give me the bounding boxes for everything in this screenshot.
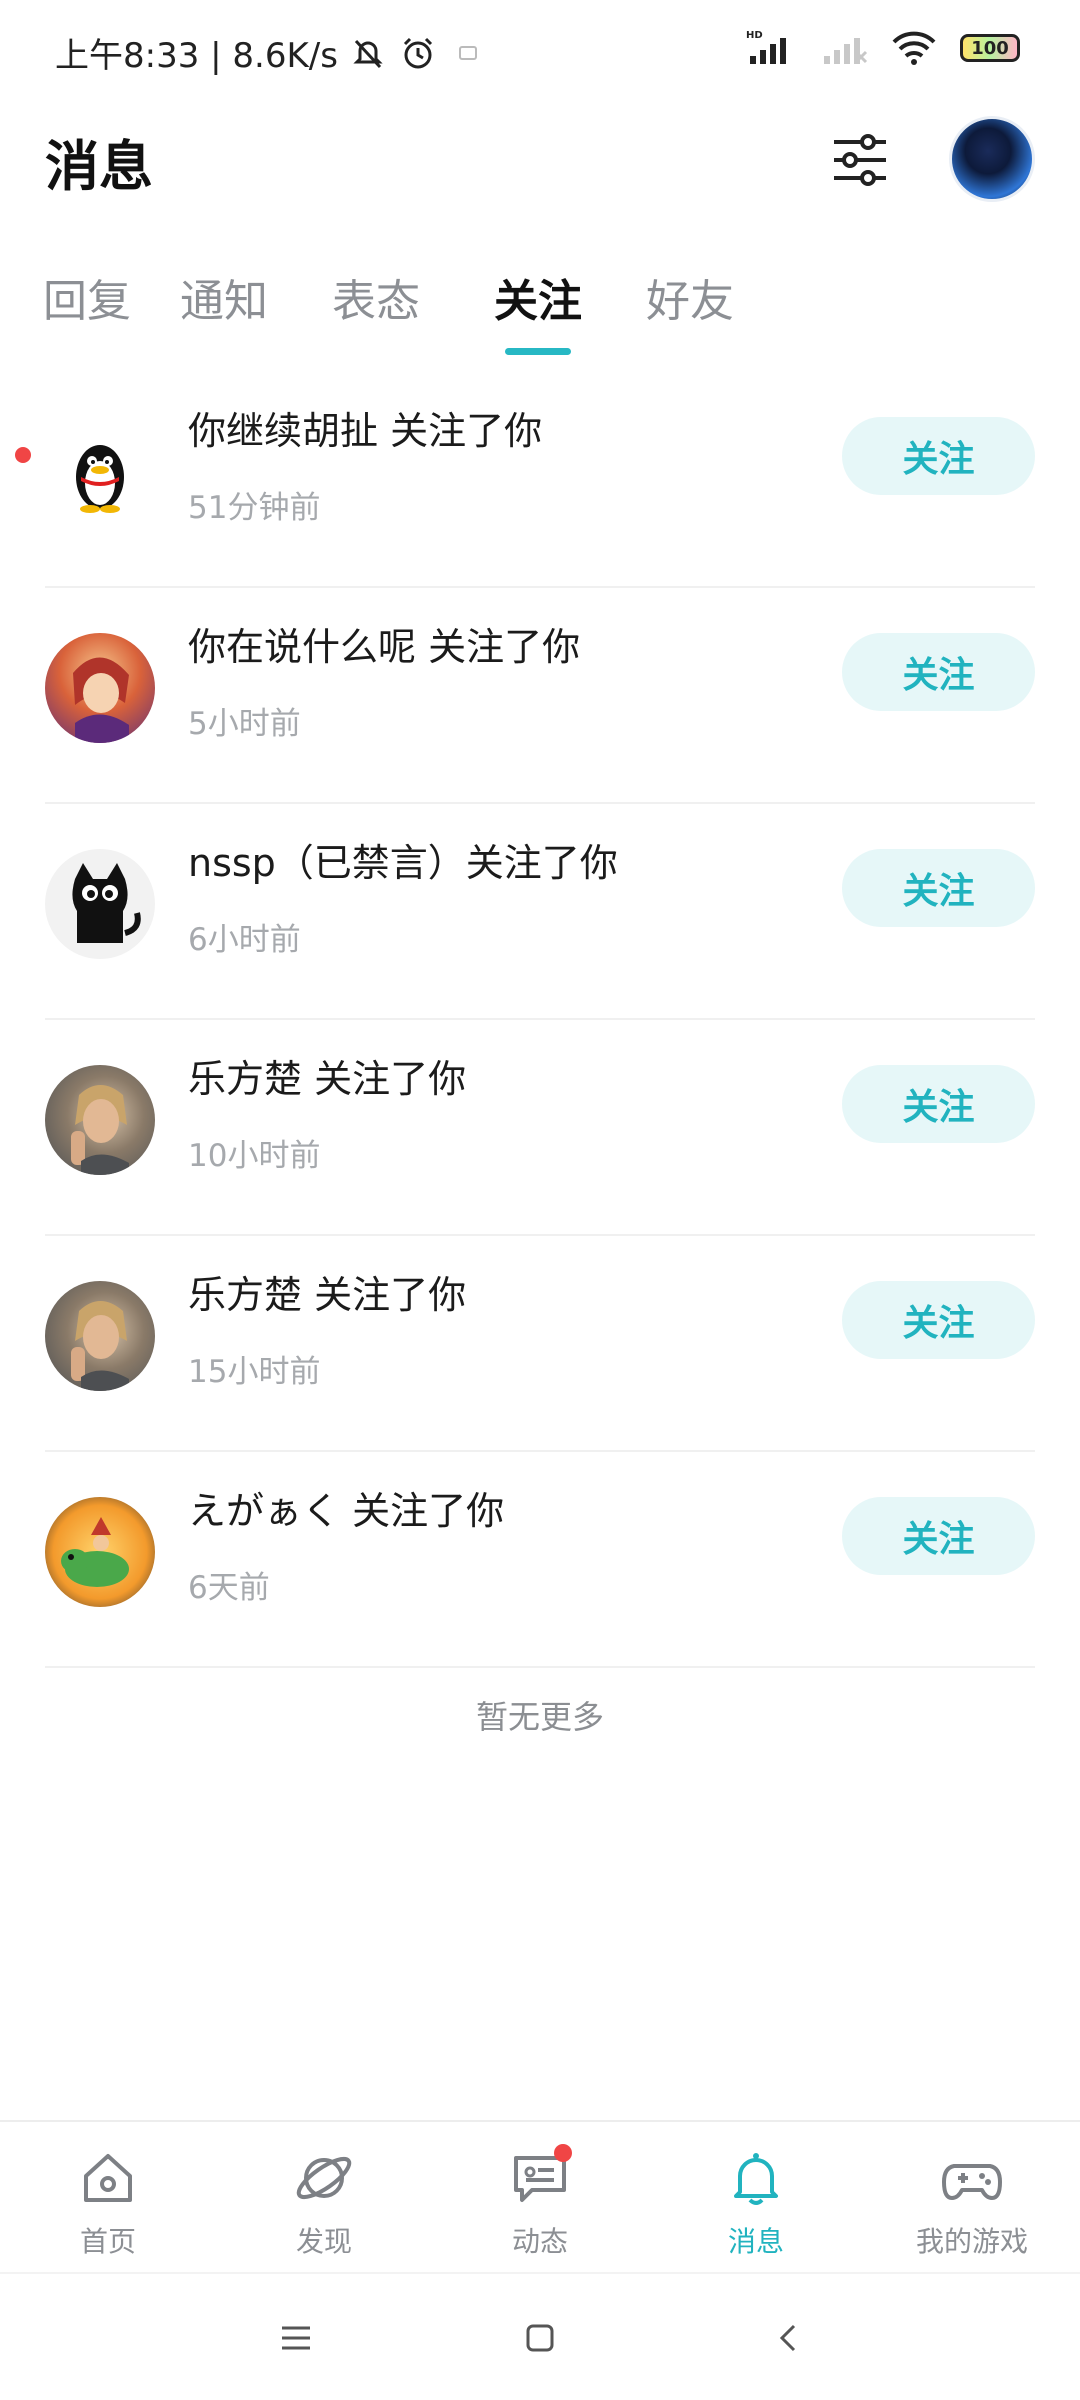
status-time-speed: 上午8:33 | 8.6K/s bbox=[55, 36, 338, 76]
qq-penguin-avatar[interactable] bbox=[45, 417, 155, 527]
follow-time: 5小时前 bbox=[188, 706, 301, 742]
list-item[interactable]: 你继续胡扯 关注了你 51分钟前 关注 bbox=[0, 372, 1080, 588]
follow-back-button[interactable]: 关注 bbox=[842, 1065, 1035, 1143]
status-left: 上午8:33 | 8.6K/s bbox=[55, 28, 488, 77]
no-more-label: 暂无更多 bbox=[475, 1698, 604, 1736]
follow-list: 你继续胡扯 关注了你 51分钟前 关注 你在说什么呢 关注了你 5小时前 关注 bbox=[0, 372, 1080, 1668]
signal-off-icon bbox=[824, 38, 868, 64]
follow-text: 你在说什么呢 关注了你 bbox=[188, 625, 581, 669]
unread-badge bbox=[554, 2144, 572, 2162]
man-avatar[interactable] bbox=[45, 1065, 155, 1175]
tab-reaction[interactable]: 表态 bbox=[332, 265, 420, 329]
follow-time: 10小时前 bbox=[188, 1138, 321, 1174]
anime-avatar[interactable] bbox=[45, 633, 155, 743]
message-tabs: 回复 通知 表态 关注 好友 bbox=[0, 255, 1080, 355]
man-avatar[interactable] bbox=[45, 1281, 155, 1391]
list-item[interactable]: 乐方楚 关注了你 15小时前 关注 bbox=[0, 1236, 1080, 1452]
follow-back-button[interactable]: 关注 bbox=[842, 633, 1035, 711]
divider bbox=[45, 1666, 1035, 1668]
follow-text: 你继续胡扯 关注了你 bbox=[188, 409, 543, 453]
nav-home[interactable]: 首页 bbox=[0, 2146, 216, 2260]
follow-text: 乐方楚 关注了你 bbox=[188, 1057, 467, 1101]
nav-feed[interactable]: 动态 bbox=[432, 2144, 648, 2260]
follow-text: 乐方楚 关注了你 bbox=[188, 1273, 467, 1317]
battery-indicator: 100 bbox=[960, 34, 1020, 62]
tab-friends[interactable]: 好友 bbox=[646, 265, 734, 329]
nav-my-games[interactable]: 我的游戏 bbox=[864, 2146, 1080, 2260]
user-avatar[interactable] bbox=[949, 116, 1035, 202]
page-title: 消息 bbox=[45, 135, 153, 198]
tab-follow[interactable]: 关注 bbox=[494, 265, 582, 329]
follow-back-button[interactable]: 关注 bbox=[842, 1497, 1035, 1575]
messages-screen: 上午8:33 | 8.6K/s HD 100 消息 回复 通知 表态 关注 好友… bbox=[0, 0, 1080, 2400]
chat-icon bbox=[508, 2144, 572, 2210]
follow-text: nssp（已禁言）关注了你 bbox=[188, 841, 618, 885]
follow-back-button[interactable]: 关注 bbox=[842, 849, 1035, 927]
black-cat-avatar[interactable] bbox=[45, 849, 155, 959]
status-right: HD 100 bbox=[746, 28, 1020, 68]
planet-icon bbox=[292, 2146, 356, 2210]
tab-reply[interactable]: 回复 bbox=[43, 265, 131, 329]
nav-discover[interactable]: 发现 bbox=[216, 2146, 432, 2260]
gamepad-icon bbox=[940, 2146, 1004, 2210]
signal-hd-icon: HD bbox=[746, 30, 786, 64]
follow-back-button[interactable]: 关注 bbox=[842, 1281, 1035, 1359]
active-tab-indicator bbox=[505, 348, 571, 355]
unread-dot bbox=[15, 447, 31, 463]
nav-my-games-label: 我的游戏 bbox=[915, 2225, 1028, 2258]
nav-home-label: 首页 bbox=[79, 2225, 136, 2258]
mute-bell-icon bbox=[353, 39, 383, 68]
network-label: HD bbox=[746, 30, 763, 41]
back-icon[interactable] bbox=[764, 2314, 812, 2362]
nav-discover-label: 发现 bbox=[295, 2225, 352, 2258]
list-item[interactable]: 乐方楚 关注了你 10小时前 关注 bbox=[0, 1020, 1080, 1236]
nav-feed-label: 动态 bbox=[511, 2225, 568, 2258]
filter-button[interactable] bbox=[820, 120, 900, 200]
follow-time: 51分钟前 bbox=[188, 490, 321, 526]
follow-time: 15小时前 bbox=[188, 1354, 321, 1390]
list-item[interactable]: 你在说什么呢 关注了你 5小时前 关注 bbox=[0, 588, 1080, 804]
home-square-icon[interactable] bbox=[516, 2314, 564, 2362]
bell-icon bbox=[724, 2146, 788, 2210]
list-item[interactable]: えがぁく 关注了你 6天前 关注 bbox=[0, 1452, 1080, 1668]
home-icon bbox=[76, 2146, 140, 2210]
tab-notice[interactable]: 通知 bbox=[180, 265, 268, 329]
dinosaur-avatar[interactable] bbox=[45, 1497, 155, 1607]
notification-icon bbox=[458, 45, 477, 60]
nav-messages-label: 消息 bbox=[727, 2225, 784, 2258]
app-header: 消息 bbox=[0, 110, 1080, 210]
menu-icon[interactable] bbox=[272, 2314, 320, 2362]
bottom-nav: 首页 发现 动态 消息 我的游戏 bbox=[0, 2120, 1080, 2272]
alarm-icon bbox=[403, 37, 433, 68]
follow-back-button[interactable]: 关注 bbox=[842, 417, 1035, 495]
sliders-icon bbox=[834, 134, 886, 186]
list-item[interactable]: nssp（已禁言）关注了你 6小时前 关注 bbox=[0, 804, 1080, 1020]
follow-time: 6天前 bbox=[188, 1570, 270, 1606]
nav-messages[interactable]: 消息 bbox=[648, 2146, 864, 2260]
system-nav-bar bbox=[0, 2272, 1080, 2400]
status-bar: 上午8:33 | 8.6K/s HD 100 bbox=[0, 0, 1080, 100]
follow-text: えがぁく 关注了你 bbox=[188, 1489, 505, 1533]
wifi-icon bbox=[892, 31, 936, 65]
follow-time: 6小时前 bbox=[188, 922, 301, 958]
